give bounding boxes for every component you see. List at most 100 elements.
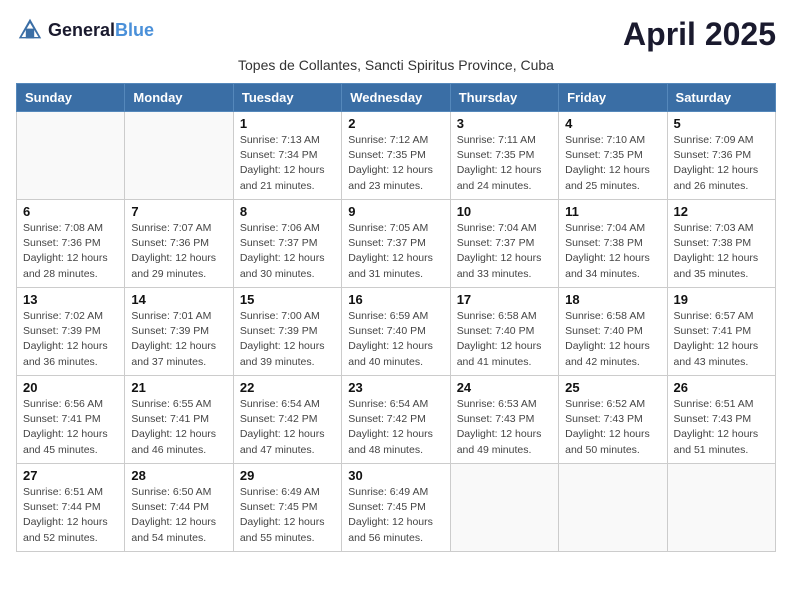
calendar-cell: 7Sunrise: 7:07 AM Sunset: 7:36 PM Daylig… bbox=[125, 200, 233, 288]
day-detail: Sunrise: 6:56 AM Sunset: 7:41 PM Dayligh… bbox=[23, 397, 118, 458]
day-detail: Sunrise: 7:03 AM Sunset: 7:38 PM Dayligh… bbox=[674, 221, 769, 282]
day-detail: Sunrise: 6:49 AM Sunset: 7:45 PM Dayligh… bbox=[348, 485, 443, 546]
day-number: 16 bbox=[348, 292, 443, 307]
calendar-cell: 15Sunrise: 7:00 AM Sunset: 7:39 PM Dayli… bbox=[233, 288, 341, 376]
week-row-3: 13Sunrise: 7:02 AM Sunset: 7:39 PM Dayli… bbox=[17, 288, 776, 376]
logo: GeneralBlue bbox=[16, 16, 154, 44]
calendar-cell: 11 Sunrise: 7:04 AM Sunset: 7:38 PM Dayli… bbox=[559, 200, 667, 288]
day-number: 20 bbox=[23, 380, 118, 395]
calendar-cell: 29 Sunrise: 6:49 AM Sunset: 7:45 PM Dayli… bbox=[233, 464, 341, 552]
day-detail: Sunrise: 6:53 AM Sunset: 7:43 PM Dayligh… bbox=[457, 397, 552, 458]
day-detail: Sunrise: 7:09 AM Sunset: 7:36 PM Dayligh… bbox=[674, 133, 769, 194]
calendar-cell: 21 Sunrise: 6:55 AM Sunset: 7:41 PM Dayli… bbox=[125, 376, 233, 464]
calendar-table: SundayMondayTuesdayWednesdayThursdayFrid… bbox=[16, 83, 776, 552]
calendar-cell bbox=[17, 112, 125, 200]
day-header-saturday: Saturday bbox=[667, 84, 775, 112]
calendar-cell: 25 Sunrise: 6:52 AM Sunset: 7:43 PM Dayli… bbox=[559, 376, 667, 464]
calendar-cell: 26 Sunrise: 6:51 AM Sunset: 7:43 PM Dayli… bbox=[667, 376, 775, 464]
day-detail: Sunrise: 7:00 AM Sunset: 7:39 PM Dayligh… bbox=[240, 309, 335, 370]
day-number: 11 bbox=[565, 204, 660, 219]
calendar-cell: 6Sunrise: 7:08 AM Sunset: 7:36 PM Daylig… bbox=[17, 200, 125, 288]
day-number: 21 bbox=[131, 380, 226, 395]
calendar-cell: 16Sunrise: 6:59 AM Sunset: 7:40 PM Dayli… bbox=[342, 288, 450, 376]
day-number: 9 bbox=[348, 204, 443, 219]
day-detail: Sunrise: 6:54 AM Sunset: 7:42 PM Dayligh… bbox=[240, 397, 335, 458]
day-detail: Sunrise: 6:55 AM Sunset: 7:41 PM Dayligh… bbox=[131, 397, 226, 458]
page-title: April 2025 bbox=[623, 16, 776, 53]
day-detail: Sunrise: 6:51 AM Sunset: 7:43 PM Dayligh… bbox=[674, 397, 769, 458]
week-row-4: 20 Sunrise: 6:56 AM Sunset: 7:41 PM Dayli… bbox=[17, 376, 776, 464]
calendar-cell: 4 Sunrise: 7:10 AM Sunset: 7:35 PM Daylig… bbox=[559, 112, 667, 200]
day-number: 4 bbox=[565, 116, 660, 131]
day-detail: Sunrise: 6:54 AM Sunset: 7:42 PM Dayligh… bbox=[348, 397, 443, 458]
calendar-cell: 20 Sunrise: 6:56 AM Sunset: 7:41 PM Dayli… bbox=[17, 376, 125, 464]
day-detail: Sunrise: 6:58 AM Sunset: 7:40 PM Dayligh… bbox=[457, 309, 552, 370]
day-detail: Sunrise: 7:12 AM Sunset: 7:35 PM Dayligh… bbox=[348, 133, 443, 194]
day-number: 12 bbox=[674, 204, 769, 219]
calendar-cell bbox=[559, 464, 667, 552]
day-number: 19 bbox=[674, 292, 769, 307]
day-header-thursday: Thursday bbox=[450, 84, 558, 112]
calendar-cell: 10 Sunrise: 7:04 AM Sunset: 7:37 PM Dayli… bbox=[450, 200, 558, 288]
day-number: 23 bbox=[348, 380, 443, 395]
calendar-cell: 24 Sunrise: 6:53 AM Sunset: 7:43 PM Dayli… bbox=[450, 376, 558, 464]
day-number: 18 bbox=[565, 292, 660, 307]
day-detail: Sunrise: 7:06 AM Sunset: 7:37 PM Dayligh… bbox=[240, 221, 335, 282]
page-subtitle: Topes de Collantes, Sancti Spiritus Prov… bbox=[16, 57, 776, 73]
calendar-cell: 17 Sunrise: 6:58 AM Sunset: 7:40 PM Dayli… bbox=[450, 288, 558, 376]
calendar-cell: 30 Sunrise: 6:49 AM Sunset: 7:45 PM Dayli… bbox=[342, 464, 450, 552]
calendar-header: SundayMondayTuesdayWednesdayThursdayFrid… bbox=[17, 84, 776, 112]
day-number: 30 bbox=[348, 468, 443, 483]
day-header-tuesday: Tuesday bbox=[233, 84, 341, 112]
day-number: 5 bbox=[674, 116, 769, 131]
calendar-cell: 3 Sunrise: 7:11 AM Sunset: 7:35 PM Daylig… bbox=[450, 112, 558, 200]
day-detail: Sunrise: 7:02 AM Sunset: 7:39 PM Dayligh… bbox=[23, 309, 118, 370]
calendar-cell: 28Sunrise: 6:50 AM Sunset: 7:44 PM Dayli… bbox=[125, 464, 233, 552]
day-number: 8 bbox=[240, 204, 335, 219]
day-detail: Sunrise: 7:07 AM Sunset: 7:36 PM Dayligh… bbox=[131, 221, 226, 282]
days-of-week-row: SundayMondayTuesdayWednesdayThursdayFrid… bbox=[17, 84, 776, 112]
calendar-cell: 18 Sunrise: 6:58 AM Sunset: 7:40 PM Dayli… bbox=[559, 288, 667, 376]
logo-wordmark: GeneralBlue bbox=[48, 20, 154, 41]
day-detail: Sunrise: 6:52 AM Sunset: 7:43 PM Dayligh… bbox=[565, 397, 660, 458]
calendar-cell: 14 Sunrise: 7:01 AM Sunset: 7:39 PM Dayli… bbox=[125, 288, 233, 376]
day-detail: Sunrise: 7:01 AM Sunset: 7:39 PM Dayligh… bbox=[131, 309, 226, 370]
day-detail: Sunrise: 7:04 AM Sunset: 7:37 PM Dayligh… bbox=[457, 221, 552, 282]
day-detail: Sunrise: 7:11 AM Sunset: 7:35 PM Dayligh… bbox=[457, 133, 552, 194]
day-number: 25 bbox=[565, 380, 660, 395]
day-detail: Sunrise: 7:04 AM Sunset: 7:38 PM Dayligh… bbox=[565, 221, 660, 282]
calendar-cell: 23 Sunrise: 6:54 AM Sunset: 7:42 PM Dayli… bbox=[342, 376, 450, 464]
calendar-cell: 9Sunrise: 7:05 AM Sunset: 7:37 PM Daylig… bbox=[342, 200, 450, 288]
day-number: 10 bbox=[457, 204, 552, 219]
day-header-friday: Friday bbox=[559, 84, 667, 112]
logo-blue: Blue bbox=[115, 20, 154, 40]
day-number: 3 bbox=[457, 116, 552, 131]
calendar-body: 1 Sunrise: 7:13 AM Sunset: 7:34 PM Daylig… bbox=[17, 112, 776, 552]
day-header-monday: Monday bbox=[125, 84, 233, 112]
day-number: 26 bbox=[674, 380, 769, 395]
logo-icon bbox=[16, 16, 44, 44]
day-number: 17 bbox=[457, 292, 552, 307]
day-detail: Sunrise: 7:13 AM Sunset: 7:34 PM Dayligh… bbox=[240, 133, 335, 194]
calendar-cell: 13Sunrise: 7:02 AM Sunset: 7:39 PM Dayli… bbox=[17, 288, 125, 376]
week-row-5: 27Sunrise: 6:51 AM Sunset: 7:44 PM Dayli… bbox=[17, 464, 776, 552]
day-detail: Sunrise: 6:50 AM Sunset: 7:44 PM Dayligh… bbox=[131, 485, 226, 546]
day-detail: Sunrise: 7:10 AM Sunset: 7:35 PM Dayligh… bbox=[565, 133, 660, 194]
day-header-sunday: Sunday bbox=[17, 84, 125, 112]
calendar-cell: 12 Sunrise: 7:03 AM Sunset: 7:38 PM Dayli… bbox=[667, 200, 775, 288]
logo-general: General bbox=[48, 20, 115, 40]
week-row-2: 6Sunrise: 7:08 AM Sunset: 7:36 PM Daylig… bbox=[17, 200, 776, 288]
day-number: 22 bbox=[240, 380, 335, 395]
day-number: 1 bbox=[240, 116, 335, 131]
day-detail: Sunrise: 6:49 AM Sunset: 7:45 PM Dayligh… bbox=[240, 485, 335, 546]
day-header-wednesday: Wednesday bbox=[342, 84, 450, 112]
calendar-cell: 5 Sunrise: 7:09 AM Sunset: 7:36 PM Daylig… bbox=[667, 112, 775, 200]
day-detail: Sunrise: 6:57 AM Sunset: 7:41 PM Dayligh… bbox=[674, 309, 769, 370]
day-number: 27 bbox=[23, 468, 118, 483]
calendar-cell: 27Sunrise: 6:51 AM Sunset: 7:44 PM Dayli… bbox=[17, 464, 125, 552]
day-detail: Sunrise: 7:08 AM Sunset: 7:36 PM Dayligh… bbox=[23, 221, 118, 282]
day-number: 29 bbox=[240, 468, 335, 483]
day-number: 24 bbox=[457, 380, 552, 395]
day-detail: Sunrise: 6:58 AM Sunset: 7:40 PM Dayligh… bbox=[565, 309, 660, 370]
day-number: 14 bbox=[131, 292, 226, 307]
